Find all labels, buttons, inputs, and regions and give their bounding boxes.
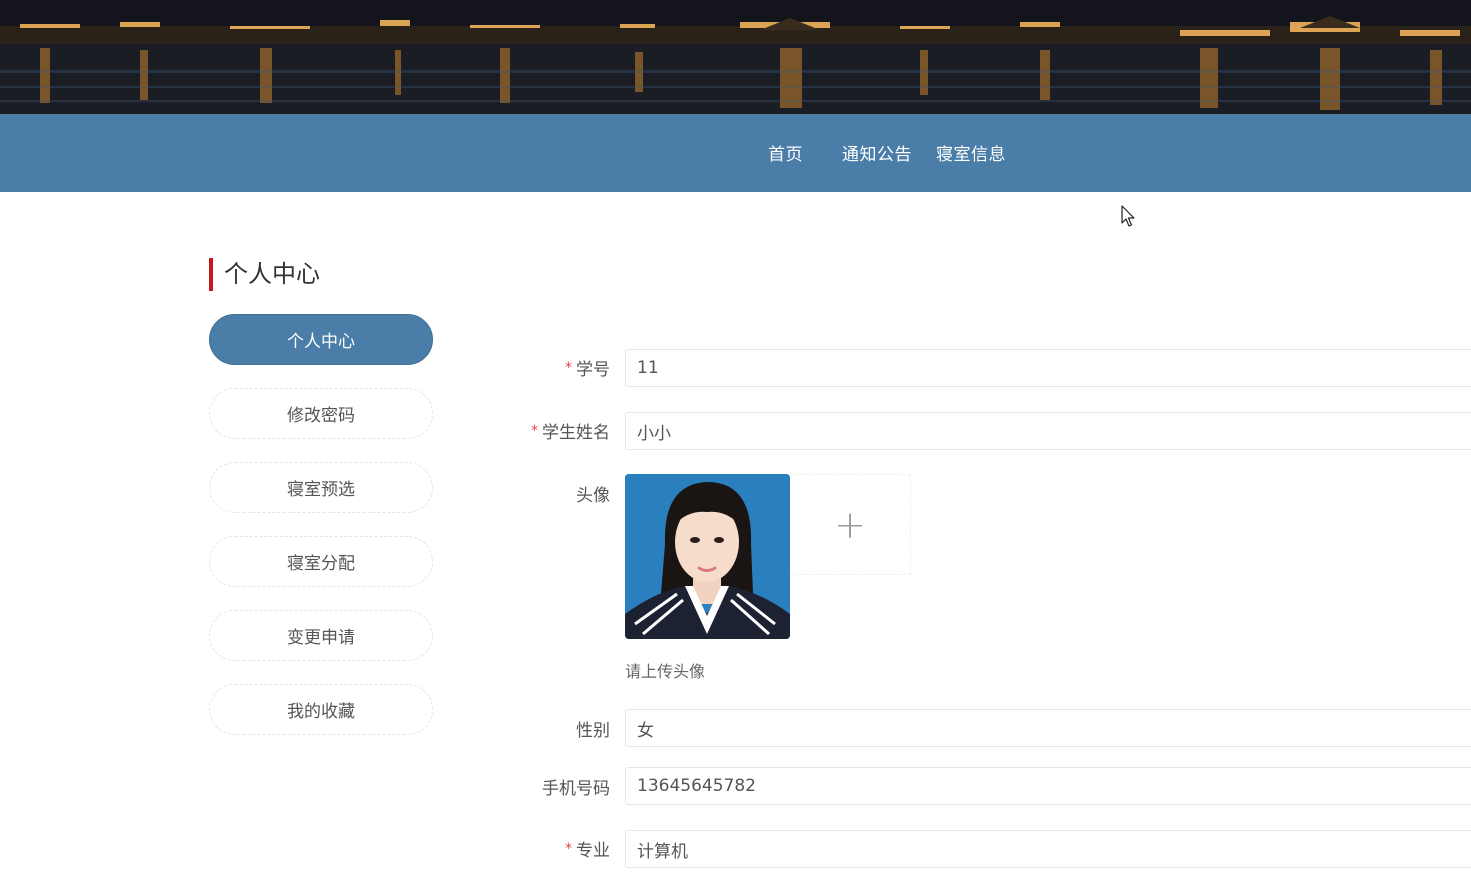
- required-mark: *: [565, 360, 572, 376]
- student-id-input[interactable]: 11: [625, 349, 1471, 387]
- major-input[interactable]: 计算机: [625, 830, 1471, 868]
- sidebar-item-my-favorites[interactable]: 我的收藏: [209, 684, 433, 735]
- top-navbar: 首页 通知公告 寝室信息: [0, 114, 1471, 192]
- required-mark: *: [565, 841, 572, 857]
- student-name-input[interactable]: 小小: [625, 412, 1471, 450]
- nav-notices[interactable]: 通知公告: [842, 140, 912, 165]
- nav-home[interactable]: 首页: [768, 140, 803, 165]
- avatar-image[interactable]: [625, 474, 790, 639]
- avatar-label: 头像: [576, 486, 610, 506]
- banner-scene-image: [0, 0, 1471, 114]
- required-mark: *: [531, 423, 538, 439]
- sidebar-item-personal-center[interactable]: 个人中心: [209, 314, 433, 365]
- plus-icon: +: [834, 502, 866, 547]
- nav-dorm-info[interactable]: 寝室信息: [936, 140, 1006, 165]
- major-label: * 专业: [565, 841, 610, 861]
- sidebar-item-dorm-preselect[interactable]: 寝室预选: [209, 462, 433, 513]
- avatar-upload-button[interactable]: +: [790, 474, 911, 575]
- student-id-label: * 学号: [565, 360, 610, 380]
- gender-label: 性别: [576, 721, 610, 741]
- avatar-upload-tip: 请上传头像: [625, 662, 706, 681]
- phone-input[interactable]: 13645645782: [625, 767, 1471, 805]
- section-title: 个人中心: [209, 258, 320, 291]
- sidebar-item-dorm-assignment[interactable]: 寝室分配: [209, 536, 433, 587]
- portrait-photo: [625, 474, 790, 639]
- phone-label: 手机号码: [542, 779, 610, 799]
- mouse-cursor-icon: [1121, 205, 1137, 233]
- gender-select[interactable]: 女: [625, 709, 1471, 747]
- sidebar-item-change-request[interactable]: 变更申请: [209, 610, 433, 661]
- sidebar-item-change-password[interactable]: 修改密码: [209, 388, 433, 439]
- header-banner: [0, 0, 1471, 114]
- student-name-label: * 学生姓名: [531, 423, 610, 443]
